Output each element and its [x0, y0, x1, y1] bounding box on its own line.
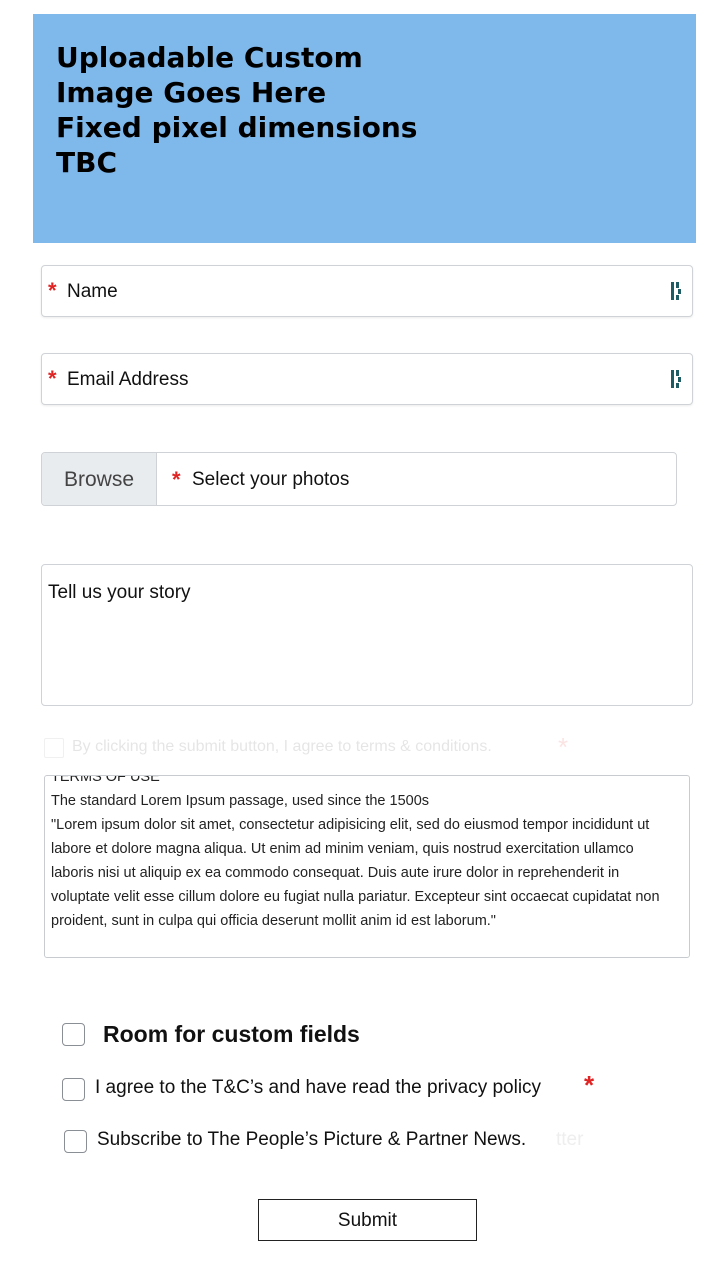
agree-terms-label: I agree to the T&C’s and have read the p… [95, 1077, 542, 1098]
subscribe-ghost-text: tter [556, 1129, 584, 1150]
required-asterisk: * [172, 467, 181, 492]
name-field[interactable]: * Name [41, 265, 693, 317]
faded-checkbox [44, 738, 64, 758]
story-placeholder: Tell us your story [48, 582, 191, 603]
custom-fields-label: Room for custom fields [103, 1021, 360, 1047]
terms-of-use-box[interactable]: TERMS OF USE The standard Lorem Ipsum pa… [44, 775, 690, 958]
subscribe-label: Subscribe to The People’s Picture & Part… [97, 1129, 527, 1150]
terms-subheading: The standard Lorem Ipsum passage, used s… [51, 793, 430, 809]
custom-image-banner: Uploadable Custom Image Goes Here Fixed … [33, 14, 696, 243]
name-placeholder: Name [67, 281, 118, 302]
required-asterisk: * [48, 366, 57, 391]
dashlane-icon[interactable] [669, 368, 685, 390]
photos-placeholder: Select your photos [192, 469, 350, 490]
photo-upload-field[interactable]: Browse * Select your photos [41, 452, 677, 506]
terms-heading: TERMS OF USE [51, 775, 160, 785]
banner-text: Uploadable Custom Image Goes Here Fixed … [56, 41, 418, 179]
terms-body: "Lorem ipsum dolor sit amet, consectetur… [51, 817, 660, 929]
custom-fields-checkbox[interactable] [62, 1023, 85, 1046]
subscribe-checkbox[interactable] [64, 1130, 87, 1153]
submit-button[interactable]: Submit [258, 1199, 477, 1241]
faded-terms-agree-row: By clicking the submit button, I agree t… [44, 732, 604, 762]
agree-terms-checkbox[interactable] [62, 1078, 85, 1101]
dashlane-icon[interactable] [669, 280, 685, 302]
faded-terms-text: By clicking the submit button, I agree t… [72, 738, 492, 755]
email-placeholder: Email Address [67, 369, 189, 390]
story-textarea[interactable]: Tell us your story [41, 564, 693, 706]
required-asterisk: * [584, 1070, 595, 1100]
required-asterisk: * [48, 278, 57, 303]
email-field[interactable]: * Email Address [41, 353, 693, 405]
required-asterisk: * [558, 732, 569, 762]
browse-button[interactable]: Browse [42, 453, 157, 505]
